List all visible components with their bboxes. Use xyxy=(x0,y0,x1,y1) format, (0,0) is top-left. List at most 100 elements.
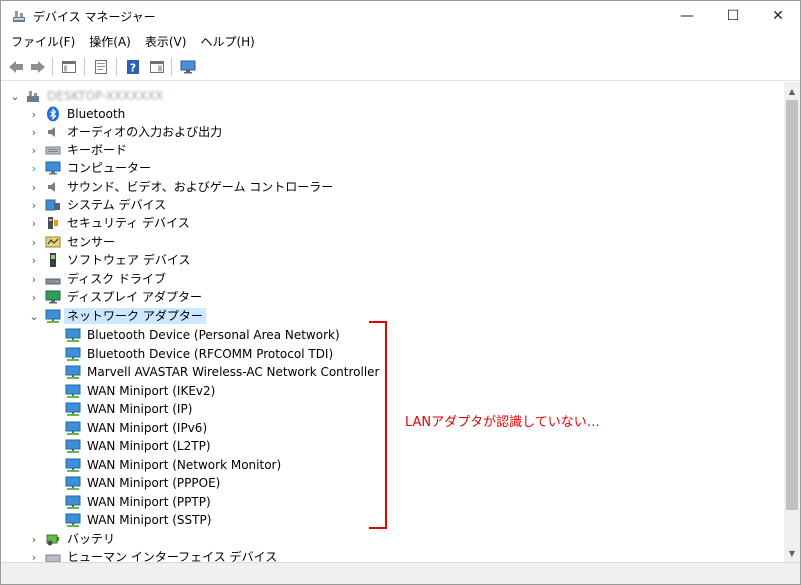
menu-file[interactable]: ファイル(F) xyxy=(5,32,81,52)
network-adapter-row[interactable]: WAN Miniport (IKEv2) xyxy=(1,382,781,400)
chevron-right-icon[interactable]: › xyxy=(27,105,41,123)
annotation-bracket xyxy=(369,321,387,529)
chevron-right-icon[interactable]: › xyxy=(27,159,41,177)
battery-icon xyxy=(45,531,61,547)
tree-item-software-devices[interactable]: › ソフトウェア デバイス xyxy=(1,251,781,269)
tree-item-label: サウンド、ビデオ、およびゲーム コントローラー xyxy=(67,180,334,194)
vertical-scrollbar[interactable]: ▲ ▼ xyxy=(784,82,800,562)
action-pane-icon xyxy=(150,61,164,73)
tree-item-label: オーディオの入力および出力 xyxy=(67,125,223,139)
scan-hardware-button[interactable] xyxy=(177,56,199,78)
tree-item-label: システム デバイス xyxy=(67,198,167,212)
back-arrow-icon xyxy=(9,61,23,73)
chevron-right-icon[interactable]: › xyxy=(27,214,41,232)
network-adapter-row[interactable]: Bluetooth Device (RFCOMM Protocol TDI) xyxy=(1,345,781,363)
network-adapter-label: WAN Miniport (SSTP) xyxy=(87,513,212,527)
tree-item-display-adapters[interactable]: › ディスプレイ アダプター xyxy=(1,288,781,306)
help-icon: ? xyxy=(127,60,139,75)
show-hide-tree-button[interactable] xyxy=(58,56,80,78)
chevron-right-icon[interactable]: › xyxy=(27,288,41,306)
tree-item-audio-io[interactable]: › オーディオの入力および出力 xyxy=(1,123,781,141)
tree-root[interactable]: ⌄ DESKTOP-XXXXXXX xyxy=(1,87,781,105)
keyboard-icon xyxy=(45,142,61,158)
tree-item-sensors[interactable]: › センサー xyxy=(1,233,781,251)
network-adapter-icon xyxy=(65,364,81,380)
menu-bar: ファイル(F) 操作(A) 表示(V) ヘルプ(H) xyxy=(1,31,800,53)
tree-item-sound-video-game[interactable]: › サウンド、ビデオ、およびゲーム コントローラー xyxy=(1,178,781,196)
maximize-button[interactable]: ☐ xyxy=(710,1,756,31)
chevron-right-icon[interactable]: › xyxy=(27,548,41,563)
network-adapter-label: WAN Miniport (Network Monitor) xyxy=(87,458,282,472)
svg-text:?: ? xyxy=(130,62,136,75)
scroll-down-arrow-icon[interactable]: ▼ xyxy=(784,545,800,561)
chevron-right-icon[interactable]: › xyxy=(27,530,41,548)
tree-item-disk-drives[interactable]: › ディスク ドライブ xyxy=(1,270,781,288)
close-icon: ✕ xyxy=(772,8,784,24)
menu-action[interactable]: 操作(A) xyxy=(83,32,137,52)
network-adapter-icon xyxy=(65,512,81,528)
chevron-right-icon[interactable]: › xyxy=(27,178,41,196)
network-adapter-row[interactable]: WAN Miniport (PPTP) xyxy=(1,493,781,511)
display-monitor-icon xyxy=(180,60,196,74)
network-adapter-label: WAN Miniport (IP) xyxy=(87,402,193,416)
network-adapter-row[interactable]: Marvell AVASTAR Wireless-AC Network Cont… xyxy=(1,363,781,381)
toolbar-separator xyxy=(52,58,53,76)
minimize-button[interactable]: — xyxy=(664,1,710,31)
network-adapter-icon xyxy=(65,438,81,454)
tree-item-battery[interactable]: › バッテリ xyxy=(1,530,781,548)
network-adapter-icon xyxy=(65,401,81,417)
network-adapter-icon xyxy=(45,308,61,324)
tree-item-keyboard[interactable]: › キーボード xyxy=(1,141,781,159)
sensor-icon xyxy=(45,234,61,250)
network-adapter-row[interactable]: WAN Miniport (L2TP) xyxy=(1,437,781,455)
tree-item-bluetooth[interactable]: › Bluetooth xyxy=(1,105,781,123)
network-adapter-label: WAN Miniport (PPTP) xyxy=(87,495,211,509)
help-button[interactable]: ? xyxy=(122,56,144,78)
chevron-down-icon[interactable]: ⌄ xyxy=(27,307,41,325)
network-adapter-row[interactable]: WAN Miniport (PPPOE) xyxy=(1,474,781,492)
scroll-up-arrow-icon[interactable]: ▲ xyxy=(784,83,800,99)
back-button[interactable] xyxy=(5,56,27,78)
network-adapter-row[interactable]: WAN Miniport (IPv6) xyxy=(1,419,781,437)
tree-item-label: キーボード xyxy=(67,143,128,157)
tree-item-label: ディスプレイ アダプター xyxy=(67,290,202,304)
computer-icon xyxy=(45,160,61,176)
chevron-right-icon[interactable]: › xyxy=(27,251,41,269)
tree-item-label: バッテリ xyxy=(67,532,116,546)
chevron-right-icon[interactable]: › xyxy=(27,233,41,251)
chevron-right-icon[interactable]: › xyxy=(27,141,41,159)
properties-icon xyxy=(95,60,107,74)
properties-button[interactable] xyxy=(90,56,112,78)
toolbar-separator xyxy=(84,58,85,76)
network-adapter-icon xyxy=(65,346,81,362)
annotation-text: LANアダプタが認識していない… xyxy=(405,415,600,430)
network-adapter-row[interactable]: WAN Miniport (Network Monitor) xyxy=(1,456,781,474)
tree-item-security-devices[interactable]: › セキュリティ デバイス xyxy=(1,214,781,232)
scrollbar-thumb[interactable] xyxy=(786,100,798,510)
action-pane-button[interactable] xyxy=(146,56,168,78)
tree-item-computer[interactable]: › コンピューター xyxy=(1,159,781,177)
chevron-right-icon[interactable]: › xyxy=(27,123,41,141)
network-adapter-icon xyxy=(65,327,81,343)
chevron-right-icon[interactable]: › xyxy=(27,270,41,288)
close-button[interactable]: ✕ xyxy=(755,1,800,31)
toolbar-separator xyxy=(171,58,172,76)
forward-button[interactable] xyxy=(27,56,49,78)
network-adapter-label: Bluetooth Device (RFCOMM Protocol TDI) xyxy=(87,347,334,361)
network-adapter-label: WAN Miniport (IPv6) xyxy=(87,421,208,435)
tree-item-hid[interactable]: › ヒューマン インターフェイス デバイス xyxy=(1,548,781,562)
forward-arrow-icon xyxy=(31,61,45,73)
menu-help[interactable]: ヘルプ(H) xyxy=(194,32,260,52)
chevron-right-icon[interactable]: › xyxy=(27,196,41,214)
network-adapter-icon xyxy=(65,457,81,473)
chevron-down-icon[interactable]: ⌄ xyxy=(8,87,22,105)
network-adapter-label: Bluetooth Device (Personal Area Network) xyxy=(87,328,340,342)
network-adapter-label: Marvell AVASTAR Wireless-AC Network Cont… xyxy=(87,365,380,379)
network-adapter-row[interactable]: WAN Miniport (IP) xyxy=(1,400,781,418)
tree-item-network-adapters[interactable]: ⌄ ネットワーク アダプター xyxy=(1,307,781,325)
security-icon xyxy=(45,215,61,231)
menu-view[interactable]: 表示(V) xyxy=(139,32,193,52)
network-adapter-row[interactable]: Bluetooth Device (Personal Area Network) xyxy=(1,326,781,344)
tree-item-system-devices[interactable]: › システム デバイス xyxy=(1,196,781,214)
network-adapter-row[interactable]: WAN Miniport (SSTP) xyxy=(1,511,781,529)
